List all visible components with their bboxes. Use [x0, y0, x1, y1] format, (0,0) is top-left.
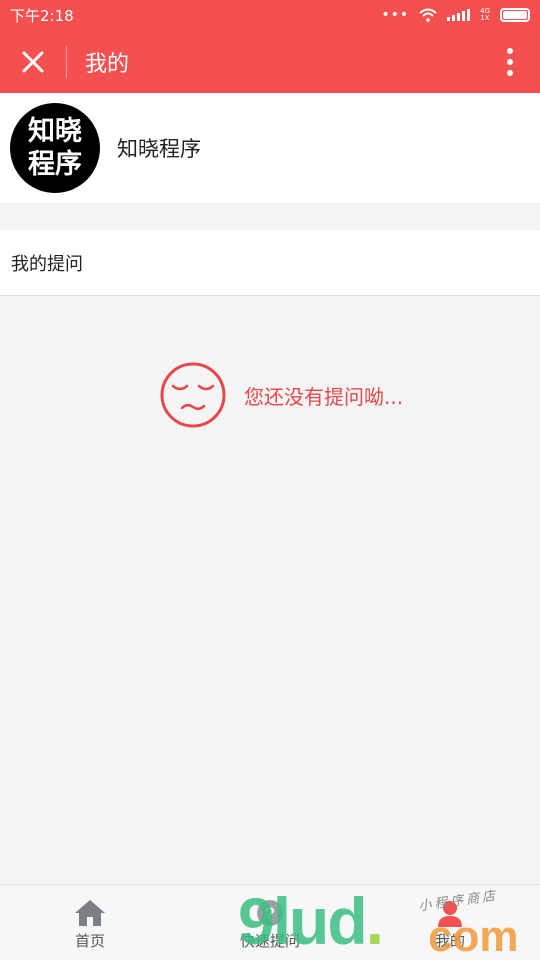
question-icon: ?	[257, 900, 283, 926]
network-type: 4G 1X	[480, 7, 490, 22]
page-title: 我的	[85, 51, 130, 77]
svg-text:?: ?	[265, 904, 275, 923]
tab-home[interactable]: 首页	[0, 885, 180, 960]
signal-icon	[447, 9, 471, 21]
sad-face-icon	[160, 362, 226, 428]
battery-icon	[500, 8, 530, 22]
wifi-icon	[419, 8, 437, 22]
avatar: 知晓 程序	[10, 103, 100, 193]
empty-state: 您还没有提问呦...	[160, 362, 403, 428]
home-icon	[75, 900, 105, 926]
tab-home-label: 首页	[74, 932, 105, 950]
more-dots-icon: •••	[381, 7, 410, 23]
tab-mine-label: 我的	[434, 932, 465, 950]
status-icons: ••• 4G 1X	[381, 7, 530, 23]
tab-mine[interactable]: 我的	[360, 885, 540, 960]
avatar-text-line2: 程序	[28, 149, 82, 180]
more-vertical-icon	[507, 48, 513, 76]
avatar-text-line1: 知晓	[28, 116, 82, 147]
nav-bar: 我的	[0, 30, 540, 93]
empty-message: 您还没有提问呦...	[244, 384, 404, 409]
more-button[interactable]	[498, 46, 522, 78]
profile-name: 知晓程序	[117, 137, 201, 161]
user-icon	[438, 901, 462, 927]
top-bar: 下午2:18 ••• 4G 1X 我的	[0, 0, 540, 93]
close-button[interactable]	[0, 30, 66, 93]
my-questions-header: 我的提问	[0, 230, 540, 296]
tab-bar: 首页 ? 快速提问 我的	[0, 884, 540, 960]
profile-card[interactable]: 知晓 程序 知晓程序	[0, 93, 540, 203]
tab-quick-ask[interactable]: ? 快速提问	[180, 885, 360, 960]
nav-divider	[66, 45, 67, 78]
close-icon	[22, 51, 44, 72]
status-bar: 下午2:18 ••• 4G 1X	[0, 0, 540, 30]
status-time: 下午2:18	[10, 6, 74, 25]
tab-quick-ask-label: 快速提问	[239, 932, 300, 950]
